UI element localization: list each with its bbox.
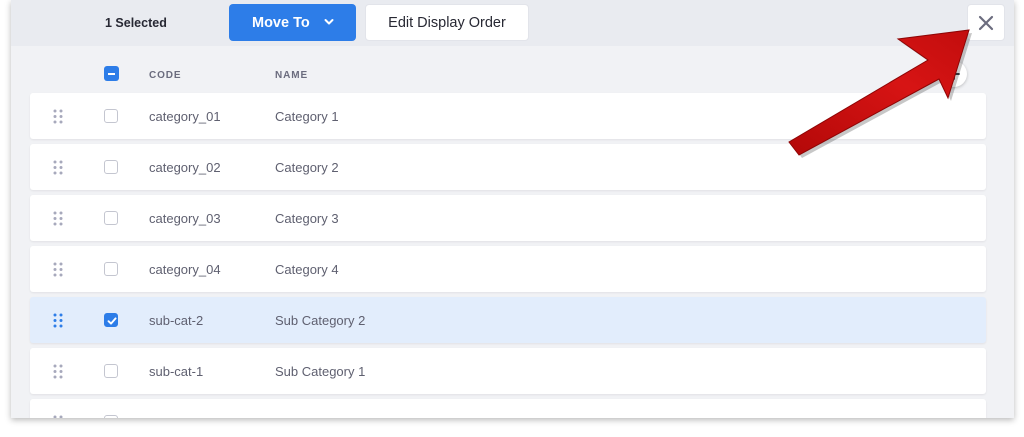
drag-handle-icon[interactable] xyxy=(53,364,63,379)
edit-display-order-label: Edit Display Order xyxy=(388,14,506,31)
management-toolbar: 1 Selected Move To Edit Display Order xyxy=(11,0,1014,46)
drag-handle-icon[interactable] xyxy=(53,109,63,124)
row-checkbox[interactable] xyxy=(104,415,118,418)
table-row[interactable]: category_02 Category 2 xyxy=(30,144,986,190)
drag-handle-icon[interactable] xyxy=(53,160,63,175)
drag-handle-icon[interactable] xyxy=(53,313,63,328)
table-row[interactable]: category_03 Category 3 xyxy=(30,195,986,241)
cell-name: Category 1 xyxy=(275,109,339,124)
move-to-button[interactable]: Move To xyxy=(229,4,356,41)
row-checkbox[interactable] xyxy=(104,211,118,225)
plus-icon xyxy=(948,68,960,80)
cell-code: sub-cat-1 xyxy=(149,364,204,379)
drag-handle-icon[interactable] xyxy=(53,262,63,277)
row-checkbox[interactable] xyxy=(104,364,118,378)
drag-handle-icon[interactable] xyxy=(53,211,63,226)
table-row[interactable]: sub-cat-1 Sub Category 1 xyxy=(30,348,986,394)
column-header-code: CODE xyxy=(149,70,182,81)
table-row[interactable]: sub-cat-2 Sub Category 2 xyxy=(30,297,986,343)
close-icon xyxy=(978,15,994,30)
select-all-checkbox[interactable] xyxy=(104,66,119,81)
cell-name: Category 2 xyxy=(275,160,339,175)
table-row[interactable]: category_04 Category 4 xyxy=(30,246,986,292)
cell-name: Sub Category 2 xyxy=(275,313,366,328)
cell-name: Category 4 xyxy=(275,262,339,277)
column-header-name: NAME xyxy=(275,70,309,81)
table-row[interactable] xyxy=(30,399,986,418)
management-panel: 1 Selected Move To Edit Display Order CO… xyxy=(11,0,1014,418)
cell-name: Category 3 xyxy=(275,211,339,226)
table-row[interactable]: category_01 Category 1 xyxy=(30,93,986,139)
drag-handle-icon[interactable] xyxy=(53,415,63,418)
cell-code: category_04 xyxy=(149,262,221,277)
close-button[interactable] xyxy=(967,4,1005,41)
edit-display-order-button[interactable]: Edit Display Order xyxy=(365,4,529,41)
chevron-down-icon xyxy=(324,19,334,25)
table-header: CODE NAME xyxy=(11,56,1014,92)
cell-name: Sub Category 1 xyxy=(275,364,366,379)
row-checkbox[interactable] xyxy=(104,313,118,327)
move-to-label: Move To xyxy=(252,14,310,31)
checkmark-icon xyxy=(107,317,117,325)
row-checkbox[interactable] xyxy=(104,109,118,123)
row-checkbox[interactable] xyxy=(104,262,118,276)
cell-code: sub-cat-2 xyxy=(149,313,204,328)
cell-code: category_02 xyxy=(149,160,221,175)
selected-count: 1 Selected xyxy=(105,16,167,30)
cell-code: category_03 xyxy=(149,211,221,226)
cell-code: category_01 xyxy=(149,109,221,124)
row-checkbox[interactable] xyxy=(104,160,118,174)
add-column-button[interactable] xyxy=(941,61,967,87)
